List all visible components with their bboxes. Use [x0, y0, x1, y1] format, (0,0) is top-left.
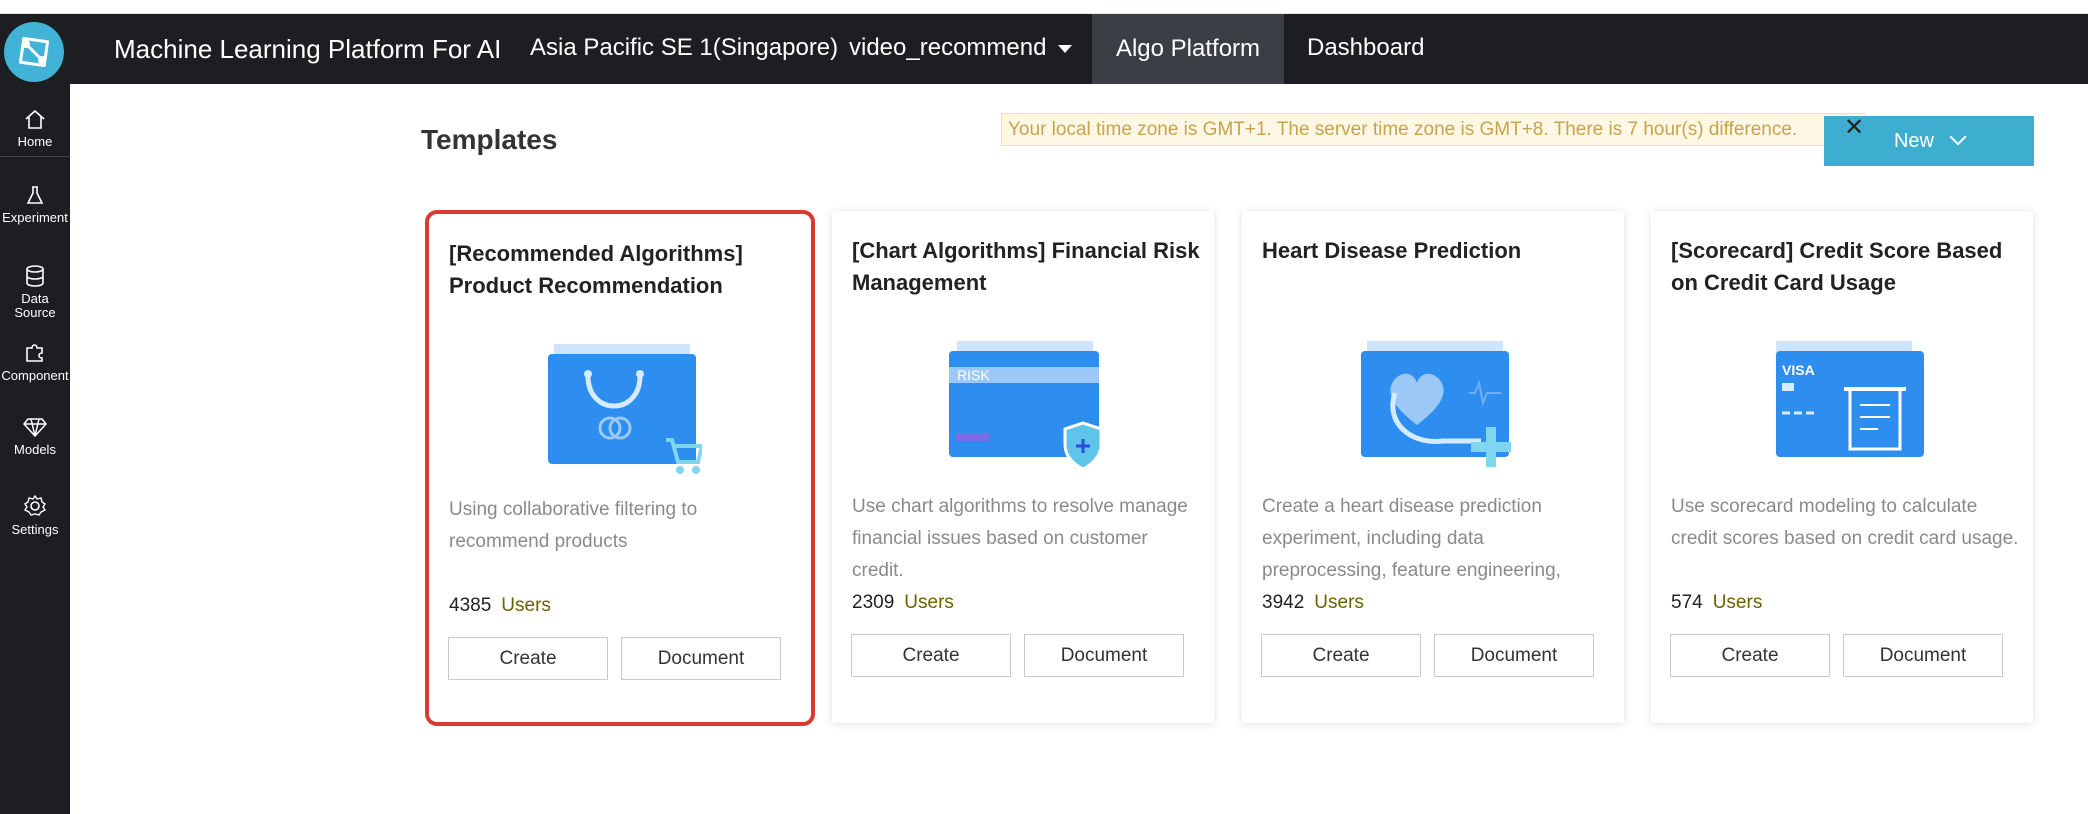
app-title: Machine Learning Platform For AI — [114, 34, 502, 64]
card-description: Create a heart disease prediction experi… — [1262, 496, 1561, 581]
card-users: 2309 Users — [852, 587, 954, 619]
users-count: 2309 — [852, 592, 895, 613]
home-icon — [25, 109, 45, 129]
create-button[interactable]: Create — [448, 637, 608, 680]
users-label: Users — [904, 592, 954, 613]
browser-top-strip — [0, 0, 2088, 14]
card-title: [Scorecard] Credit Score Based on Credit… — [1671, 238, 2003, 295]
sidebar-item-label: Settings — [11, 522, 59, 537]
top-navigation-bar: Machine Learning Platform For AI Asia Pa… — [0, 14, 2088, 84]
users-label: Users — [1314, 592, 1364, 613]
card-title: Heart Disease Prediction — [1262, 238, 1522, 263]
create-button[interactable]: Create — [851, 634, 1011, 677]
card-title: [Chart Algorithms] Financial Risk Manage… — [852, 238, 1200, 295]
users-label: Users — [501, 595, 551, 616]
platform-logo-icon[interactable] — [4, 22, 64, 82]
diamond-icon — [23, 418, 47, 438]
card-visa-text: VISA — [1782, 362, 1815, 378]
sidebar-item-experiment[interactable]: Experiment — [0, 184, 70, 225]
create-button[interactable]: Create — [1670, 634, 1830, 677]
sidebar-item-label: Experiment — [2, 210, 68, 225]
document-button[interactable]: Document — [1024, 634, 1184, 677]
card-risk-text: RISK — [957, 367, 990, 383]
gear-icon — [23, 494, 47, 516]
sidebar-divider — [0, 156, 70, 157]
close-icon[interactable]: ✕ — [1844, 116, 1864, 140]
users-count: 4385 — [449, 595, 492, 616]
shopping-bag-icon — [538, 336, 705, 476]
users-count: 3942 — [1262, 592, 1305, 613]
puzzle-icon — [26, 344, 43, 362]
sidebar-item-settings[interactable]: Settings — [0, 494, 70, 537]
sidebar-item-label: Data Source — [14, 291, 56, 320]
template-card-credit-score[interactable]: [Scorecard] Credit Score Based on Credit… — [1651, 211, 2033, 723]
card-description: Using collaborative filtering to recomme… — [449, 499, 698, 552]
document-button[interactable]: Document — [621, 637, 781, 680]
sidebar-item-models[interactable]: Models — [0, 416, 70, 457]
sidebar-item-label: Models — [14, 442, 56, 457]
document-button[interactable]: Document — [1843, 634, 2003, 677]
timezone-notice: Your local time zone is GMT+1. The serve… — [1001, 113, 1865, 146]
caret-down-icon — [1058, 44, 1073, 53]
sidebar-item-component[interactable]: Component — [0, 340, 70, 383]
card-title: [Recommended Algorithms] Product Recomme… — [449, 241, 743, 298]
region-selector[interactable]: Asia Pacific SE 1(Singapore) — [530, 34, 838, 62]
users-label: Users — [1712, 592, 1763, 613]
card-users: 4385 Users — [449, 590, 551, 622]
users-count: 574 — [1671, 592, 1703, 613]
document-button[interactable]: Document — [1434, 634, 1594, 677]
template-card-heart-disease[interactable]: Heart Disease Prediction Create a heart … — [1242, 211, 1624, 723]
project-name: video_recommend — [849, 34, 1047, 61]
left-sidebar: Home Experiment Data Source Component Mo… — [0, 84, 70, 814]
card-description: Use chart algorithms to resolve manage f… — [852, 496, 1188, 581]
sidebar-item-label: Component — [1, 368, 69, 383]
create-button[interactable]: Create — [1261, 634, 1421, 677]
card-description: Use scorecard modeling to calculate cred… — [1671, 496, 2019, 549]
card-users: 574 Users — [1671, 587, 1762, 619]
risk-card-icon: RISK — [941, 333, 1105, 473]
card-users: 3942 Users — [1262, 587, 1364, 619]
sidebar-item-home[interactable]: Home — [0, 108, 70, 149]
nav-algo-platform[interactable]: Algo Platform — [1092, 14, 1284, 84]
page-title: Templates — [421, 124, 558, 155]
heart-stethoscope-icon — [1351, 333, 1515, 473]
sidebar-item-data-source[interactable]: Data Source — [0, 264, 70, 320]
project-dropdown[interactable]: video_recommend — [849, 34, 1073, 62]
new-button-label: New — [1893, 129, 1934, 152]
credit-card-receipt-icon: VISA — [1760, 333, 1924, 473]
chevron-down-icon — [1949, 128, 1967, 146]
database-icon — [26, 265, 44, 287]
sidebar-item-label: Home — [17, 134, 53, 149]
flask-icon — [26, 186, 44, 204]
template-card-financial-risk[interactable]: [Chart Algorithms] Financial Risk Manage… — [832, 211, 1214, 723]
template-card-product-recommendation[interactable]: [Recommended Algorithms] Product Recomme… — [425, 210, 815, 726]
nav-dashboard[interactable]: Dashboard — [1307, 34, 1424, 62]
